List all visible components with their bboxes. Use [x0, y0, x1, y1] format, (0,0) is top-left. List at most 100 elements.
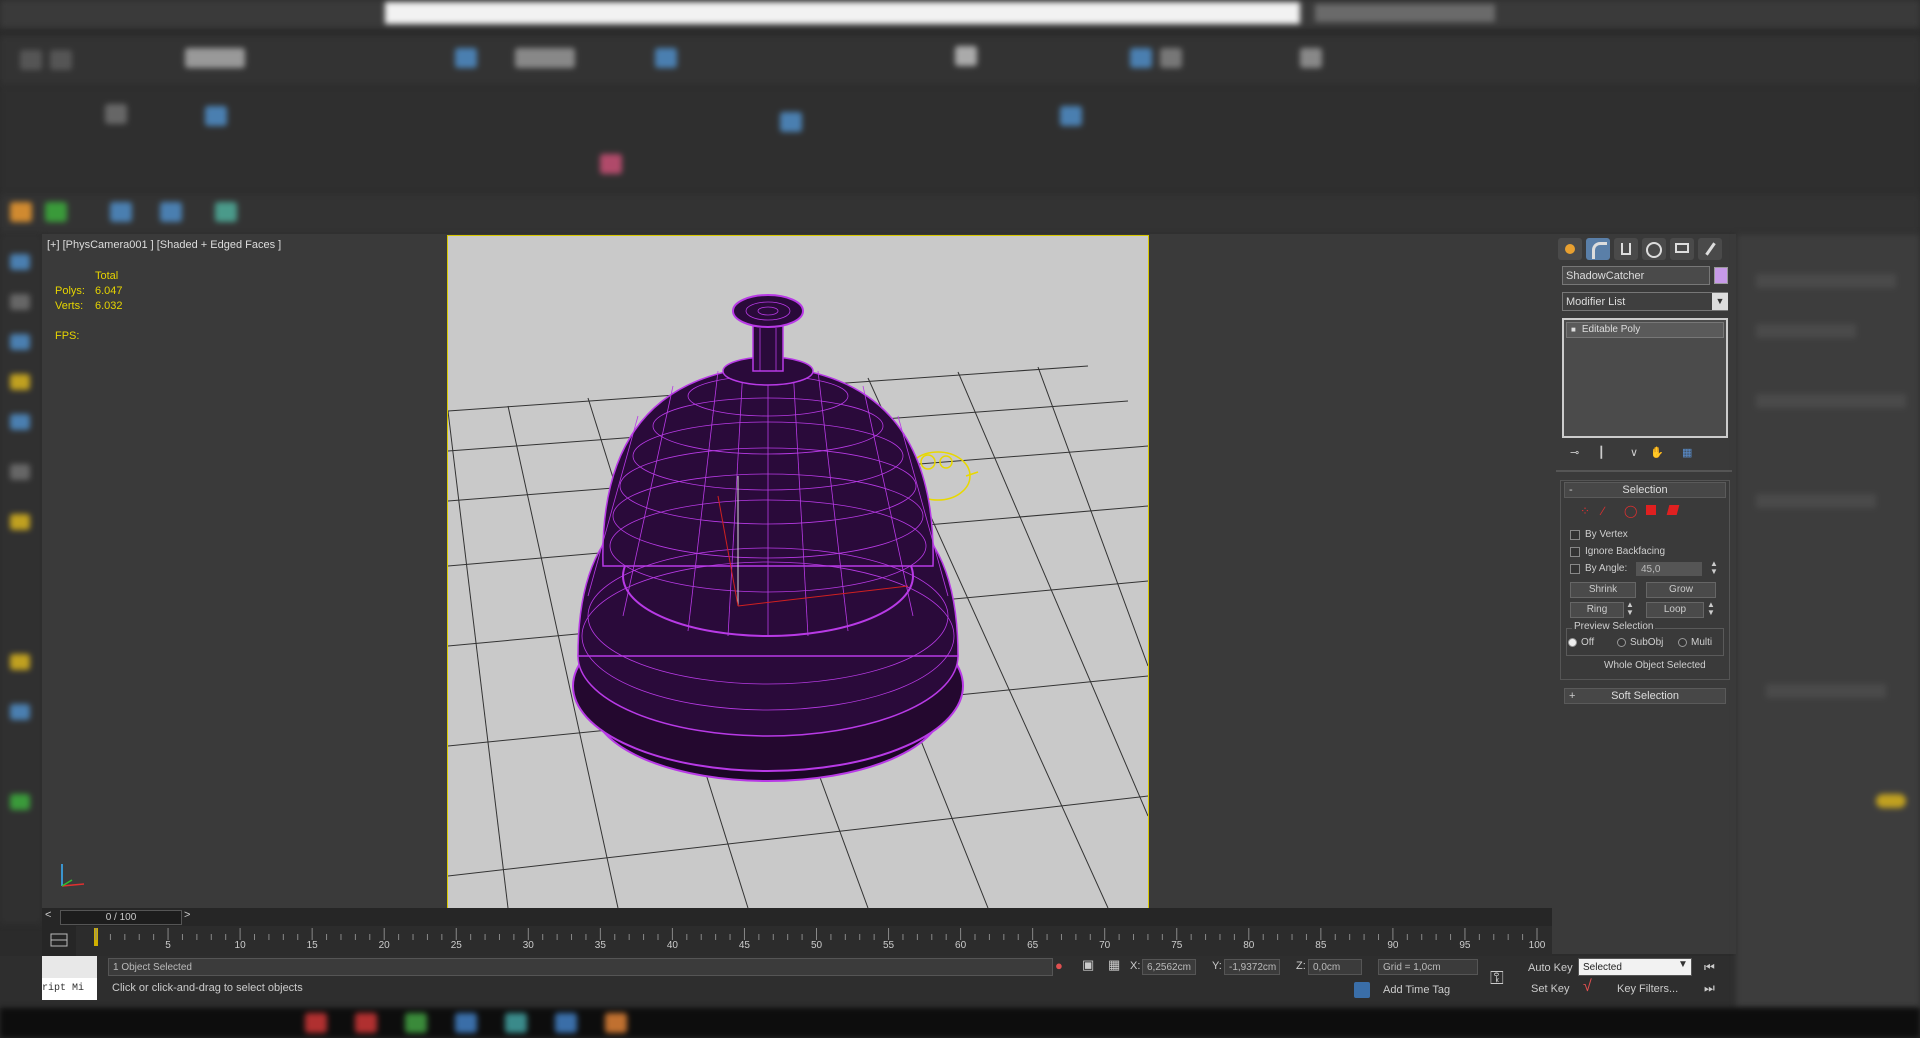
- layer-icon[interactable]: [45, 202, 67, 222]
- taskbar-app-icon[interactable]: [355, 1013, 377, 1033]
- strip-icon[interactable]: [10, 294, 30, 310]
- move-icon[interactable]: [655, 48, 677, 68]
- taskbar-app-icon[interactable]: [605, 1013, 627, 1033]
- border-icon[interactable]: ◯: [1624, 504, 1637, 518]
- snap-icon[interactable]: [955, 46, 977, 66]
- add-time-tag-button[interactable]: Add Time Tag: [1383, 984, 1450, 996]
- angle-spinner[interactable]: 45,0: [1636, 562, 1702, 576]
- ribbon-edit-icon[interactable]: [1060, 106, 1082, 126]
- undo-icon[interactable]: [20, 50, 42, 70]
- time-prev-arrow[interactable]: <: [45, 909, 51, 921]
- go-to-end-icon[interactable]: ⏭: [1704, 981, 1715, 996]
- create-tab-icon[interactable]: [1558, 238, 1582, 260]
- key-set-dropdown[interactable]: Selected: [1578, 958, 1692, 976]
- by-vertex-checkbox[interactable]: [1570, 530, 1580, 540]
- modifier-stack[interactable]: ■ Editable Poly: [1562, 318, 1728, 438]
- ribbon-modeling-icon[interactable]: [205, 106, 227, 126]
- select-icon[interactable]: [455, 48, 477, 68]
- motion-tab-icon[interactable]: [1642, 238, 1666, 260]
- x-coordinate-field[interactable]: 6,2562cm: [1142, 959, 1196, 975]
- viewport-label[interactable]: [+] [PhysCamera001 ] [Shaded + Edged Fac…: [47, 239, 281, 251]
- selection-rollout-header[interactable]: - Selection: [1564, 482, 1726, 498]
- modifier-list-dropdown[interactable]: Modifier List: [1562, 292, 1728, 311]
- camera-viewport[interactable]: [+] [PhysCamera001 ] [Shaded + Edged Fac…: [42, 234, 1552, 909]
- ribbon-tool-icon[interactable]: [105, 104, 127, 124]
- vertex-icon[interactable]: ⁘: [1580, 504, 1590, 518]
- strip-icon[interactable]: [10, 414, 30, 430]
- set-key-button[interactable]: Set Key: [1531, 983, 1570, 995]
- loop-button[interactable]: Loop: [1646, 602, 1704, 618]
- shrink-button[interactable]: Shrink: [1570, 582, 1636, 598]
- object-name-field[interactable]: ShadowCatcher: [1562, 266, 1710, 285]
- taskbar-app-icon[interactable]: [505, 1013, 527, 1033]
- taskbar-app-icon[interactable]: [455, 1013, 477, 1033]
- workspace-selector[interactable]: [1315, 4, 1495, 22]
- preview-subobj-radio[interactable]: [1617, 638, 1626, 647]
- ribbon-paint-icon[interactable]: [600, 154, 622, 174]
- set-keys-icon[interactable]: √: [1583, 978, 1592, 996]
- ignore-backfacing-checkbox[interactable]: [1570, 547, 1580, 557]
- polygon-icon[interactable]: [1646, 505, 1656, 515]
- strip-icon[interactable]: [10, 654, 30, 670]
- selection-filter-dropdown[interactable]: [185, 48, 245, 68]
- auto-key-button[interactable]: Auto Key: [1528, 962, 1573, 974]
- render-icon[interactable]: [1300, 48, 1322, 68]
- time-slider[interactable]: < 0 / 100 >: [42, 908, 1552, 926]
- configure-modifier-sets-icon[interactable]: ▦: [1682, 446, 1692, 459]
- taskbar-app-icon[interactable]: [405, 1013, 427, 1033]
- search-field[interactable]: [385, 2, 1300, 24]
- redo-icon[interactable]: [50, 50, 72, 70]
- time-slider-handle[interactable]: 0 / 100: [60, 910, 182, 925]
- strip-icon[interactable]: [10, 794, 30, 810]
- grow-button[interactable]: Grow: [1646, 582, 1716, 598]
- material-editor-icon[interactable]: [160, 202, 182, 222]
- object-color-swatch[interactable]: [1714, 267, 1728, 284]
- key-filters-button[interactable]: Key Filters...: [1617, 983, 1678, 995]
- open-mini-curve-editor-button[interactable]: [42, 926, 76, 956]
- modify-tab-icon[interactable]: [1586, 238, 1610, 260]
- absolute-mode-icon[interactable]: ▦: [1108, 957, 1120, 973]
- expand-plus-icon[interactable]: ■: [1571, 325, 1576, 334]
- loop-spinner-icon[interactable]: ▲ ▼: [1707, 601, 1715, 617]
- display-tab-icon[interactable]: [1670, 238, 1694, 260]
- remove-modifier-icon[interactable]: ✋: [1650, 446, 1664, 459]
- environment-icon[interactable]: [215, 202, 237, 222]
- strip-icon[interactable]: [10, 704, 30, 720]
- taskbar-app-icon[interactable]: [305, 1013, 327, 1033]
- reference-coord-dropdown[interactable]: [515, 48, 575, 68]
- show-end-result-icon[interactable]: ┃: [1598, 446, 1605, 459]
- key-icon[interactable]: ⚿: [1490, 968, 1504, 989]
- pin-stack-icon[interactable]: ⊸: [1570, 446, 1579, 459]
- hierarchy-tab-icon[interactable]: [1614, 238, 1638, 260]
- maxscript-listener[interactable]: [42, 956, 97, 978]
- isolate-icon[interactable]: ●: [1055, 958, 1063, 973]
- bell-mesh[interactable]: [572, 294, 964, 782]
- taskbar-app-icon[interactable]: [555, 1013, 577, 1033]
- time-next-arrow[interactable]: >: [184, 909, 190, 921]
- strip-icon[interactable]: [10, 464, 30, 480]
- track-bar[interactable]: 5 10 15 20 25 30 35 40 45 50 55 60 65 70 75 80 85 90 95 100: [42, 926, 1552, 956]
- render-setup-icon[interactable]: [1130, 48, 1152, 68]
- create-icon[interactable]: [10, 202, 32, 222]
- time-tag-icon[interactable]: [1354, 982, 1370, 998]
- ribbon-object-icon[interactable]: [780, 112, 802, 132]
- strip-icon[interactable]: [10, 514, 30, 530]
- utilities-tab-icon[interactable]: [1698, 238, 1722, 260]
- z-coordinate-field[interactable]: 0,0cm: [1308, 959, 1362, 975]
- edge-icon[interactable]: ∕: [1602, 504, 1604, 518]
- ring-spinner-icon[interactable]: ▲ ▼: [1626, 601, 1634, 617]
- stack-item-editable-poly[interactable]: ■ Editable Poly: [1566, 322, 1724, 338]
- maxscript-mini-listener[interactable]: ript Mi: [42, 978, 97, 1000]
- soft-selection-rollout-header[interactable]: + Soft Selection: [1564, 688, 1726, 704]
- strip-icon[interactable]: [10, 374, 30, 390]
- go-to-start-icon[interactable]: ⏮: [1704, 960, 1715, 975]
- strip-icon[interactable]: [10, 254, 30, 270]
- ring-button[interactable]: Ring: [1570, 602, 1624, 618]
- y-coordinate-field[interactable]: -1,9372cm: [1224, 959, 1280, 975]
- spinner-arrows-icon[interactable]: ▲ ▼: [1710, 560, 1718, 576]
- lock-icon[interactable]: ▣: [1082, 957, 1094, 973]
- preview-off-radio[interactable]: [1568, 638, 1577, 647]
- render-frame-icon[interactable]: [1160, 48, 1182, 68]
- make-unique-icon[interactable]: ∨: [1630, 446, 1638, 459]
- scene-explorer-icon[interactable]: [110, 202, 132, 222]
